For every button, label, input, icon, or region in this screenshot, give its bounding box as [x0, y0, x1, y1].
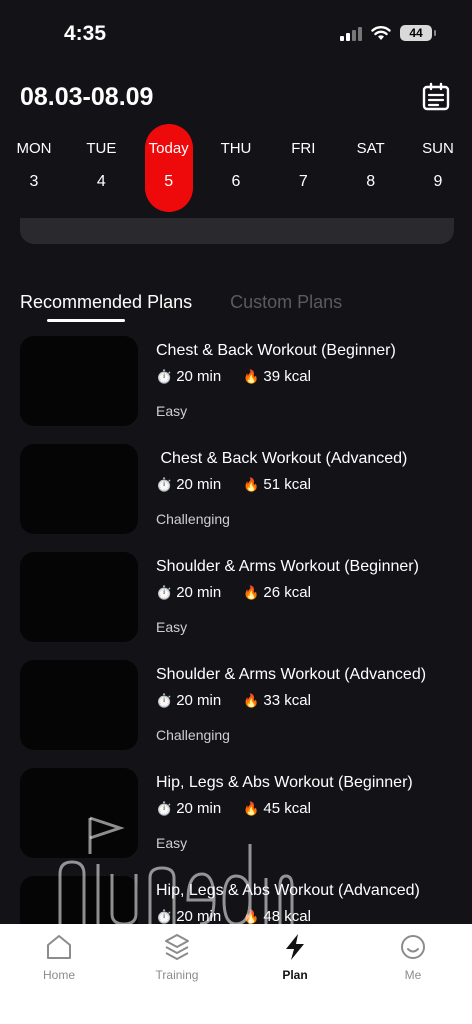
- day-number: 3: [29, 173, 39, 190]
- plan-calories: 26 kcal: [263, 584, 311, 601]
- plan-difficulty: Easy: [156, 403, 188, 419]
- stopwatch-icon: ⏱️: [156, 584, 173, 600]
- list-item[interactable]: Chest & Back Workout (Advanced) ⏱️ 20 min…: [20, 444, 472, 552]
- nav-label: Me: [404, 968, 422, 982]
- day-name: THU: [220, 140, 252, 157]
- nav-training[interactable]: Training: [127, 932, 227, 1024]
- plan-thumbnail: [20, 768, 138, 858]
- status-time: 4:35: [64, 22, 107, 45]
- plan-calories: 48 kcal: [263, 908, 311, 925]
- tab-custom-plans[interactable]: Custom Plans: [230, 292, 342, 323]
- nav-label: Home: [42, 968, 75, 982]
- signal-icon: [340, 25, 362, 41]
- plan-calories: 39 kcal: [263, 368, 311, 385]
- day-name: SAT: [356, 140, 385, 157]
- wifi-icon: [371, 26, 391, 40]
- day-name: FRI: [291, 140, 316, 157]
- plan-duration: 20 min: [176, 476, 222, 493]
- plan-meta: ⏱️ 20 min 🔥 48 kcal: [156, 908, 311, 925]
- plan-calories: 45 kcal: [263, 800, 311, 817]
- fire-icon: 🔥: [243, 476, 260, 492]
- plan-title: Shoulder & Arms Workout (Advanced): [156, 666, 427, 683]
- battery-level: 44: [409, 26, 423, 40]
- stopwatch-icon: ⏱️: [156, 800, 173, 816]
- fire-icon: 🔥: [243, 368, 260, 384]
- status-icons: 44: [340, 25, 436, 41]
- nav-label: Training: [155, 968, 199, 982]
- plan-title: Hip, Legs & Abs Workout (Advanced): [156, 882, 420, 899]
- battery-icon: 44: [400, 25, 436, 41]
- day-sat[interactable]: SAT 8: [347, 124, 395, 212]
- day-name: TUE: [86, 140, 117, 157]
- fire-icon: 🔥: [243, 584, 260, 600]
- plan-difficulty: Challenging: [156, 727, 230, 743]
- day-today[interactable]: Today 5: [144, 124, 193, 212]
- week-range-title: 08.03-08.09: [20, 83, 154, 111]
- stopwatch-icon: ⏱️: [156, 476, 173, 492]
- day-number: 9: [433, 173, 443, 190]
- list-item[interactable]: Hip, Legs & Abs Workout (Beginner) ⏱️ 20 …: [20, 768, 472, 876]
- plan-duration: 20 min: [176, 368, 222, 385]
- list-item[interactable]: Shoulder & Arms Workout (Advanced) ⏱️ 20 …: [20, 660, 472, 768]
- plan-meta: ⏱️ 20 min 🔥 33 kcal: [156, 692, 311, 709]
- day-name: SUN: [422, 140, 454, 157]
- plan-difficulty: Easy: [156, 835, 188, 851]
- plan-duration: 20 min: [176, 908, 222, 925]
- day-number: 7: [298, 173, 308, 190]
- plan-title: Shoulder & Arms Workout (Beginner): [156, 558, 419, 575]
- day-number: 6: [231, 173, 241, 190]
- plan-duration: 20 min: [176, 800, 222, 817]
- lightning-icon: [286, 934, 304, 960]
- plan-title: Chest & Back Workout (Advanced): [156, 450, 408, 467]
- nav-label: Plan: [282, 968, 308, 982]
- day-mon[interactable]: MON 3: [10, 124, 58, 212]
- day-name: Today: [148, 140, 189, 157]
- layers-icon: [165, 934, 189, 960]
- plan-thumbnail: [20, 552, 138, 642]
- plan-thumbnail: [20, 660, 138, 750]
- plan-calories: 51 kcal: [263, 476, 311, 493]
- stopwatch-icon: ⏱️: [156, 692, 173, 708]
- fire-icon: 🔥: [243, 692, 260, 708]
- fire-icon: 🔥: [243, 908, 260, 924]
- plan-meta: ⏱️ 20 min 🔥 51 kcal: [156, 476, 311, 493]
- day-tue[interactable]: TUE 4: [77, 124, 125, 212]
- plan-title: Chest & Back Workout (Beginner): [156, 342, 396, 359]
- list-item[interactable]: Chest & Back Workout (Beginner) ⏱️ 20 min…: [20, 336, 472, 444]
- day-number: 4: [96, 173, 106, 190]
- plan-difficulty: Easy: [156, 619, 188, 635]
- day-number: 8: [366, 173, 376, 190]
- stopwatch-icon: ⏱️: [156, 908, 173, 924]
- day-number: 5: [164, 173, 174, 190]
- home-icon: [47, 935, 71, 959]
- plan-meta: ⏱️ 20 min 🔥 45 kcal: [156, 800, 311, 817]
- day-sun[interactable]: SUN 9: [414, 124, 462, 212]
- nav-plan[interactable]: Plan: [245, 932, 345, 1024]
- list-item[interactable]: Shoulder & Arms Workout (Beginner) ⏱️ 20 …: [20, 552, 472, 660]
- nav-home[interactable]: Home: [9, 932, 109, 1024]
- plan-thumbnail: [20, 444, 138, 534]
- plan-title: Hip, Legs & Abs Workout (Beginner): [156, 774, 413, 791]
- plan-calories: 33 kcal: [263, 692, 311, 709]
- day-fri[interactable]: FRI 7: [279, 124, 327, 212]
- nav-me[interactable]: Me: [363, 932, 463, 1024]
- day-thu[interactable]: THU 6: [212, 124, 260, 212]
- stopwatch-icon: ⏱️: [156, 368, 173, 384]
- plan-duration: 20 min: [176, 584, 222, 601]
- smiley-icon: [401, 935, 425, 959]
- plan-duration: 20 min: [176, 692, 222, 709]
- plan-meta: ⏱️ 20 min 🔥 39 kcal: [156, 368, 311, 385]
- day-plan-panel: [20, 218, 454, 244]
- active-tab-indicator: [47, 319, 125, 322]
- bottom-nav: Home Training Plan Me: [0, 924, 472, 1024]
- status-bar: 4:35 44: [0, 0, 472, 70]
- calendar-list-icon[interactable]: [422, 82, 450, 112]
- plan-difficulty: Challenging: [156, 511, 230, 527]
- plan-thumbnail: [20, 336, 138, 426]
- plan-list: Chest & Back Workout (Beginner) ⏱️ 20 min…: [20, 336, 472, 984]
- day-name: MON: [16, 140, 52, 157]
- week-day-selector: MON 3 TUE 4 Today 5 THU 6 FRI 7 SAT 8 SU…: [10, 124, 462, 214]
- fire-icon: 🔥: [243, 800, 260, 816]
- plan-meta: ⏱️ 20 min 🔥 26 kcal: [156, 584, 311, 601]
